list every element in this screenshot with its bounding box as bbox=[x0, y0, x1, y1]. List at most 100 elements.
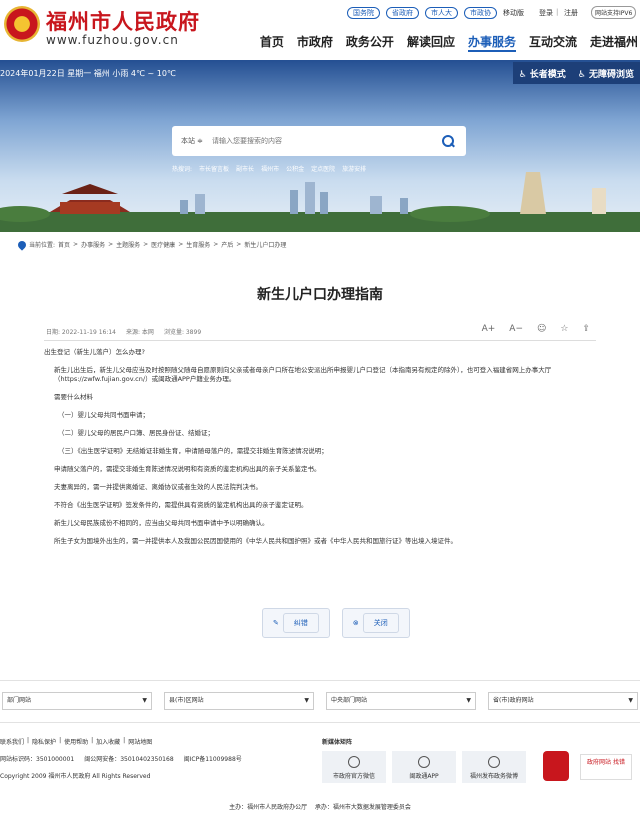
undertaker: 承办：福州市大数据发展管理委员会 bbox=[314, 804, 411, 811]
header: 福州市人民政府 www.fuzhou.gov.cn 国务院 省政府 市人大 市政… bbox=[0, 0, 640, 60]
breadcrumb-label: 当前位置: bbox=[29, 242, 56, 249]
footer-link[interactable]: 隐私保护 bbox=[32, 737, 56, 746]
sep: | bbox=[123, 737, 126, 744]
sponsor-line: 主办：福州市人民政府办公厅 承办：福州市大数据发展管理委员会 bbox=[0, 802, 640, 811]
breadcrumb-sep: > bbox=[213, 241, 219, 248]
divider: | bbox=[556, 8, 559, 16]
footer-link[interactable]: 使用帮助 bbox=[64, 737, 88, 746]
article-title: 新生儿户口办理指南 bbox=[257, 287, 383, 303]
nav-about-fuzhou[interactable]: 走进福州 bbox=[590, 33, 638, 52]
article-panel: 当前位置: 首页 > 办事服务 > 主题服务 > 医疗健康 > 生育服务 > 产后 > 新生… bbox=[0, 232, 640, 652]
materials-heading: 需要什么材料 bbox=[54, 393, 93, 401]
search-scope-select[interactable]: 本站 ≑ bbox=[172, 136, 212, 146]
sep: | bbox=[27, 737, 30, 744]
font-decrease-icon[interactable]: A− bbox=[509, 324, 523, 334]
breadcrumb-item[interactable]: 生育服务 bbox=[186, 240, 210, 249]
ext-link-provincial-gov[interactable]: 省政府 bbox=[386, 7, 419, 19]
article-tools: A+ A− ☺ ☆ ⇪ bbox=[482, 324, 590, 334]
intro-paragraph: 新生儿出生后，新生儿父母应当及时按照随父随母自愿原则向父亲或者母亲户口所在地公安… bbox=[54, 366, 552, 383]
register-link[interactable]: 注册 bbox=[564, 8, 578, 18]
sep: | bbox=[91, 737, 94, 744]
footer-link[interactable]: 网站地图 bbox=[128, 737, 152, 746]
app-link[interactable]: 闽政通APP bbox=[392, 751, 456, 783]
weibo-label: 福州发布政务微博 bbox=[469, 773, 518, 780]
find-error-badge[interactable]: 政府网站 找错 bbox=[580, 754, 632, 780]
site-name[interactable]: 福州市人民政府 bbox=[46, 6, 200, 36]
app-label: 闽政通APP bbox=[409, 773, 439, 780]
breadcrumb-sep: > bbox=[73, 241, 79, 248]
search-input[interactable] bbox=[212, 137, 440, 145]
external-links: 国务院 省政府 市人大 市政协 bbox=[347, 7, 497, 19]
note-item: 夫妻离异的，需一并提供离婚证、离婚协议或者生效的人民法院判决书。 bbox=[54, 483, 262, 491]
font-increase-icon[interactable]: A+ bbox=[482, 324, 496, 334]
breadcrumb-item[interactable]: 医疗健康 bbox=[151, 240, 175, 249]
material-item: （二）婴儿父母的居民户口簿、居民身份证、结婚证； bbox=[58, 429, 214, 437]
breadcrumb-item[interactable]: 首页 bbox=[58, 240, 70, 249]
main-nav: 首页 市政府 政务公开 解读回应 办事服务 互动交流 走进福州 bbox=[260, 33, 638, 52]
nav-services[interactable]: 办事服务 bbox=[467, 33, 516, 52]
elder-mode-label: 长者模式 bbox=[529, 69, 566, 80]
divider bbox=[44, 340, 596, 341]
nav-interaction[interactable]: 互动交流 bbox=[529, 33, 577, 52]
article-meta: 日期: 2022-11-19 16:14 来源: 本网 浏览量: 3899 bbox=[46, 327, 201, 336]
accessible-browse-button[interactable]: ♿ 无障碍浏览 bbox=[578, 67, 634, 80]
police-record[interactable]: 闽公网安备：35010402350168 bbox=[84, 754, 173, 763]
breadcrumb-item[interactable]: 主题服务 bbox=[116, 240, 140, 249]
divider bbox=[0, 680, 640, 681]
national-emblem-logo[interactable] bbox=[4, 6, 40, 42]
provincial-sites-select[interactable]: 省(市)政府网站 bbox=[488, 692, 638, 710]
county-sites-select[interactable]: 县(市)区网站 bbox=[164, 692, 314, 710]
date-weather: 2024年01月22日 星期一 福州 小雨 4℃ ~ 10℃ bbox=[0, 69, 176, 78]
question: 出生登记（新生儿落户）怎么办理? bbox=[44, 348, 145, 356]
weibo-link[interactable]: 福州发布政务微博 bbox=[462, 751, 526, 783]
registration-info: 网站标识码：3501000001 闽公网安备：35010402350168 闽I… bbox=[0, 754, 242, 763]
mobile-version-link[interactable]: 移动版 bbox=[503, 8, 524, 18]
search-box: 本站 ≑ bbox=[172, 126, 466, 156]
site-selects: 部门网站 县(市)区网站 中央部门网站 省(市)政府网站 bbox=[0, 692, 640, 710]
nav-interpretation[interactable]: 解读回应 bbox=[407, 33, 455, 52]
new-media-title: 新媒体矩阵 bbox=[322, 739, 353, 746]
favorite-icon[interactable]: ☆ bbox=[560, 324, 568, 334]
close-label: 关闭 bbox=[362, 613, 399, 633]
ext-link-cppcc[interactable]: 市政协 bbox=[464, 7, 497, 19]
ext-link-municipal-congress[interactable]: 市人大 bbox=[425, 7, 458, 19]
wechat-link[interactable]: 市政府官方微信 bbox=[322, 751, 386, 783]
wechat-label: 市政府官方微信 bbox=[332, 773, 375, 780]
breadcrumb-item[interactable]: 新生儿户口办理 bbox=[244, 240, 286, 249]
nav-city-gov[interactable]: 市政府 bbox=[297, 33, 333, 52]
note-item: 所生子女为国境外出生的，需一并提供本人及我国公民因国使用的《中华人民共和国护照》… bbox=[54, 537, 457, 545]
article-source: 来源: 本网 bbox=[126, 329, 154, 336]
note-item: 申请随父落户的，需提交非婚生育陈述情况说明和有资质的鉴定机构出具的亲子关系鉴定书… bbox=[54, 465, 321, 473]
footer-link[interactable]: 加入收藏 bbox=[96, 737, 120, 746]
accessible-browse-label: 无障碍浏览 bbox=[588, 69, 634, 80]
ext-link-state-council[interactable]: 国务院 bbox=[347, 7, 380, 19]
breadcrumb-item[interactable]: 办事服务 bbox=[81, 240, 105, 249]
dept-sites-select[interactable]: 部门网站 bbox=[2, 692, 152, 710]
share-icon[interactable]: ⇪ bbox=[582, 324, 590, 334]
report-error-button[interactable]: ✎ 纠错 bbox=[262, 608, 330, 638]
nav-gov-affairs[interactable]: 政务公开 bbox=[346, 33, 394, 52]
footer-links: 联系我们 | 隐私保护 | 使用帮助 | 加入收藏 | 网站地图 bbox=[0, 737, 152, 746]
report-error-label: 纠错 bbox=[282, 613, 319, 633]
weibo-icon bbox=[488, 756, 500, 768]
accessibility-bar: ♿ 长者模式 ♿ 无障碍浏览 bbox=[512, 62, 640, 84]
elder-mode-button[interactable]: ♿ 长者模式 bbox=[519, 67, 566, 80]
close-button[interactable]: ⊗ 关闭 bbox=[341, 608, 410, 638]
ipv6-badge: 网站支持IPV6 bbox=[591, 6, 637, 19]
search-icon[interactable] bbox=[440, 133, 456, 149]
breadcrumb-item[interactable]: 产后 bbox=[221, 240, 233, 249]
footer-link[interactable]: 联系我们 bbox=[0, 737, 24, 746]
breadcrumb-sep: > bbox=[143, 241, 149, 248]
nav-home[interactable]: 首页 bbox=[260, 33, 284, 52]
sponsor: 主办：福州市人民政府办公厅 bbox=[229, 804, 308, 811]
note-item: 不符合《出生医学证明》签发条件的，需提供具有资质的鉴定机构出具的亲子鉴定证明。 bbox=[54, 501, 308, 509]
city-skyline-illustration bbox=[0, 172, 640, 232]
article-body: 出生登记（新生儿落户）怎么办理? 新生儿出生后，新生儿父母应当及时按照随父随母自… bbox=[44, 348, 592, 555]
icp-record[interactable]: 闽ICP备11009988号 bbox=[184, 754, 242, 763]
party-gov-badge[interactable] bbox=[543, 751, 569, 781]
copyright: Copyright 2009 福州市人民政府 All Rights Reserv… bbox=[0, 773, 151, 780]
elder-icon[interactable]: ☺ bbox=[537, 324, 546, 334]
central-sites-select[interactable]: 中央部门网站 bbox=[326, 692, 476, 710]
article-views: 浏览量: 3899 bbox=[163, 329, 202, 336]
login-link[interactable]: 登录 bbox=[539, 8, 553, 18]
